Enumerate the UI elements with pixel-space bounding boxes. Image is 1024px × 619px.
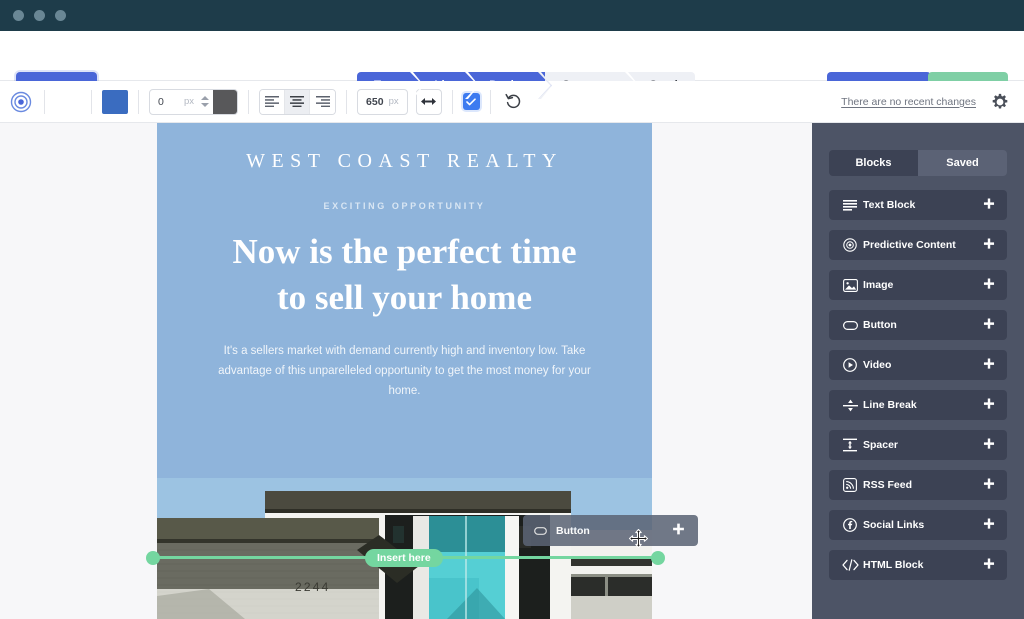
block-item-social-links[interactable]: Social Links [829,510,1007,540]
block-item-predictive-content[interactable]: Predictive Content [829,230,1007,260]
plus-move-icon[interactable] [982,398,996,412]
rss-icon [837,478,863,492]
move-cursor-icon [629,529,648,548]
content-width-field[interactable]: 650 px [357,88,408,115]
toolbar-divider [91,89,92,114]
plus-move-icon[interactable] [982,478,996,492]
target-icon[interactable] [8,89,34,115]
block-item-spacer[interactable]: Spacer [829,430,1007,460]
plus-move-icon [671,523,686,538]
plus-move-icon[interactable] [982,558,996,572]
plus-move-icon[interactable] [982,198,996,212]
tab-saved[interactable]: Saved [918,150,1007,176]
insert-handle-right[interactable] [651,551,665,565]
toolbar-divider [44,89,45,114]
align-right-button[interactable] [310,89,336,114]
toolbar-divider [346,89,348,114]
block-item-text-block[interactable]: Text Block [829,190,1007,220]
svg-text:2244: 2244 [295,580,331,594]
content-width-unit: px [388,96,399,107]
border-width-value[interactable]: 0 [150,96,182,108]
border-color-swatch[interactable] [213,89,238,114]
plus-move-icon[interactable] [982,238,996,252]
toolbar-divider [138,89,139,114]
border-width-stepper[interactable] [201,96,213,107]
block-label: Image [863,279,894,291]
email-body-copy[interactable]: It's a sellers market with demand curren… [157,320,652,401]
block-label: Button [863,319,897,331]
dragged-block-ghost[interactable]: Button [523,515,698,546]
plus-move-icon[interactable] [982,518,996,532]
design-toolbar: 0 px 650 px There are no recent changes [0,81,1024,123]
window-close-dot[interactable] [13,10,24,21]
block-list: Text Block Predictive Content Image Butt… [829,190,1007,590]
image-icon [837,278,863,292]
content-width-value: 650 [366,95,384,108]
line-break-icon [837,399,863,412]
toolbar-divider [489,89,491,114]
block-item-video[interactable]: Video [829,350,1007,380]
panel-tabs: Blocks Saved [829,150,1007,176]
block-label: HTML Block [863,559,924,571]
block-label: Text Block [863,199,916,211]
text-lines-icon [837,199,863,211]
dragged-block-label: Button [556,524,590,537]
block-item-html-block[interactable]: HTML Block [829,550,1007,580]
email-headline-line2: to sell your home [276,277,533,317]
window-titlebar [0,0,1024,31]
predictive-target-icon [837,238,863,252]
block-label: Social Links [863,519,925,531]
block-label: Video [863,359,892,371]
background-color-swatch[interactable] [102,89,128,114]
window-controls [13,10,66,21]
block-item-button[interactable]: Button [829,310,1007,340]
toolbar-checkbox[interactable] [462,93,480,110]
email-brand-heading[interactable]: WEST COAST REALTY [157,123,652,173]
email-headline[interactable]: Now is the perfect time to sell your hom… [157,211,652,320]
spacer-icon [837,438,863,452]
toolbar-right-group: There are no recent changes [841,90,1024,114]
email-headline-line1: Now is the perfect time [232,232,577,271]
block-label: Line Break [863,399,917,411]
block-label: Spacer [863,439,899,451]
email-designer-app: ‹ Previous Type List Design [0,0,1024,619]
block-label: Predictive Content [863,239,956,251]
align-left-button[interactable] [260,89,286,114]
plus-move-icon[interactable] [982,358,996,372]
social-circle-icon [837,518,863,532]
border-width-unit: px [184,96,195,107]
block-item-line-break[interactable]: Line Break [829,390,1007,420]
border-width-group: 0 px [149,88,239,115]
top-navigation-bar: ‹ Previous Type List Design [0,31,1024,102]
recent-changes-link[interactable]: There are no recent changes [841,96,976,108]
align-center-button[interactable] [285,89,311,114]
alignment-group [259,88,337,115]
code-icon [837,559,863,571]
block-item-rss-feed[interactable]: RSS Feed [829,470,1007,500]
tab-blocks[interactable]: Blocks [829,150,918,176]
toolbar-divider [248,89,250,114]
plus-move-icon[interactable] [982,278,996,292]
undo-icon[interactable] [501,89,527,115]
email-canvas: WEST COAST REALTY EXCITING OPPORTUNITY N… [0,123,812,619]
gear-icon[interactable] [988,90,1012,114]
block-label: RSS Feed [863,479,913,491]
plus-move-icon[interactable] [982,438,996,452]
insert-here-label: Insert here [365,549,443,567]
plus-move-icon[interactable] [982,318,996,332]
play-circle-icon [837,358,863,372]
window-minimize-dot[interactable] [34,10,45,21]
toolbar-divider [451,89,453,114]
email-kicker-text[interactable]: EXCITING OPPORTUNITY [157,173,652,211]
button-pill-icon [534,526,547,535]
window-maximize-dot[interactable] [55,10,66,21]
blocks-panel: Blocks Saved Text Block Predictive Conte… [812,123,1024,619]
button-pill-icon [837,320,863,330]
horizontal-arrows-icon[interactable] [415,88,442,115]
block-item-image[interactable]: Image [829,270,1007,300]
